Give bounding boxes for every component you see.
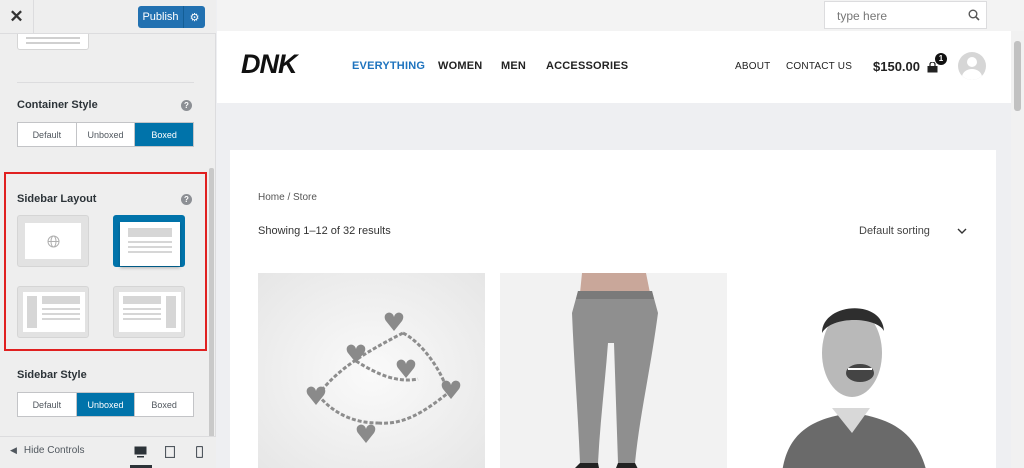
preview-scrollbar[interactable]: [1011, 31, 1024, 468]
sorting-select[interactable]: Default sorting: [859, 224, 969, 242]
sorting-value: Default sorting: [859, 225, 930, 237]
nav-about[interactable]: ABOUT: [735, 61, 770, 72]
container-style-toggle: Default Unboxed Boxed: [17, 122, 194, 147]
publish-label[interactable]: Publish: [138, 11, 183, 23]
customizer-panel: ✕ Publish ⚙ Container Style ? Default Un…: [0, 0, 216, 468]
sidebar-style-title: Sidebar Style: [17, 369, 87, 381]
help-icon[interactable]: ?: [181, 194, 192, 205]
sidebar-style-toggle: Default Unboxed Boxed: [17, 392, 194, 417]
sidebar-style-default[interactable]: Default: [18, 393, 77, 416]
cart-count-badge: 1: [935, 53, 947, 65]
layout-right-sidebar[interactable]: [113, 286, 185, 338]
panel-header: ✕ Publish ⚙: [0, 0, 216, 34]
collapse-arrow-icon: ◀: [10, 445, 17, 455]
product-image-man[interactable]: [742, 273, 969, 468]
container-style-default[interactable]: Default: [18, 123, 77, 146]
help-icon[interactable]: ?: [181, 100, 192, 111]
search-input[interactable]: type here: [824, 1, 987, 29]
search-icon[interactable]: [968, 9, 980, 21]
container-style-title: Container Style: [17, 99, 98, 111]
tablet-icon: [165, 446, 175, 458]
container-style-unboxed[interactable]: Unboxed: [77, 123, 136, 146]
jeans-image: [500, 273, 727, 468]
nav-men[interactable]: MEN: [501, 60, 526, 72]
container-style-boxed[interactable]: Boxed: [135, 123, 194, 146]
divider: [17, 82, 194, 83]
preview-scrollbar-thumb[interactable]: [1014, 41, 1021, 111]
nav-everything[interactable]: EVERYTHING: [352, 60, 425, 72]
hide-controls-label: Hide Controls: [23, 445, 85, 456]
chevron-down-icon: [957, 228, 967, 234]
results-count: Showing 1–12 of 32 results: [258, 225, 391, 237]
sidebar-layout-title: Sidebar Layout: [17, 193, 97, 205]
mobile-icon: [196, 446, 203, 458]
close-icon: ✕: [9, 7, 24, 26]
shop-content: Home / Store Showing 1–12 of 32 results …: [230, 150, 996, 468]
site-preview: type here DNK EVERYTHING WOMEN MEN ACCES…: [217, 0, 1024, 468]
panel-scrollbar[interactable]: [209, 168, 214, 438]
site-header: DNK EVERYTHING WOMEN MEN ACCESSORIES ABO…: [217, 31, 1011, 103]
man-image: [742, 273, 969, 468]
globe-icon: [47, 235, 60, 248]
sidebar-style-boxed[interactable]: Boxed: [135, 393, 193, 416]
nav-accessories[interactable]: ACCESSORIES: [546, 60, 628, 72]
product-image-bracelet[interactable]: [258, 273, 485, 468]
hide-controls-button[interactable]: ◀ Hide Controls: [10, 445, 85, 456]
nav-women[interactable]: WOMEN: [438, 60, 482, 72]
device-desktop-button[interactable]: [130, 437, 152, 468]
nav-contact-us[interactable]: CONTACT US: [786, 61, 852, 72]
product-image-jeans[interactable]: [500, 273, 727, 468]
sidebar-style-unboxed[interactable]: Unboxed: [76, 393, 136, 416]
publish-settings-gear-icon[interactable]: ⚙: [184, 11, 205, 24]
device-mobile-button[interactable]: [190, 437, 210, 468]
cart-total[interactable]: $150.00: [873, 59, 920, 74]
device-tablet-button[interactable]: [160, 437, 180, 468]
bracelet-image: [258, 273, 485, 468]
panel-footer: ◀ Hide Controls: [0, 436, 216, 468]
publish-button[interactable]: Publish ⚙: [138, 6, 205, 28]
site-logo[interactable]: DNK: [241, 49, 297, 80]
search-placeholder: type here: [837, 9, 888, 23]
breadcrumb[interactable]: Home / Store: [258, 192, 317, 203]
layout-full-width[interactable]: [113, 215, 185, 267]
previous-layout-thumb[interactable]: [17, 34, 89, 50]
layout-no-sidebar[interactable]: [17, 215, 89, 267]
close-customizer-button[interactable]: ✕: [0, 0, 34, 34]
desktop-icon: [134, 446, 147, 458]
user-avatar[interactable]: [958, 52, 986, 80]
top-bar: type here: [217, 0, 1024, 31]
cart-button[interactable]: 1: [926, 53, 947, 77]
layout-left-sidebar[interactable]: [17, 286, 89, 338]
